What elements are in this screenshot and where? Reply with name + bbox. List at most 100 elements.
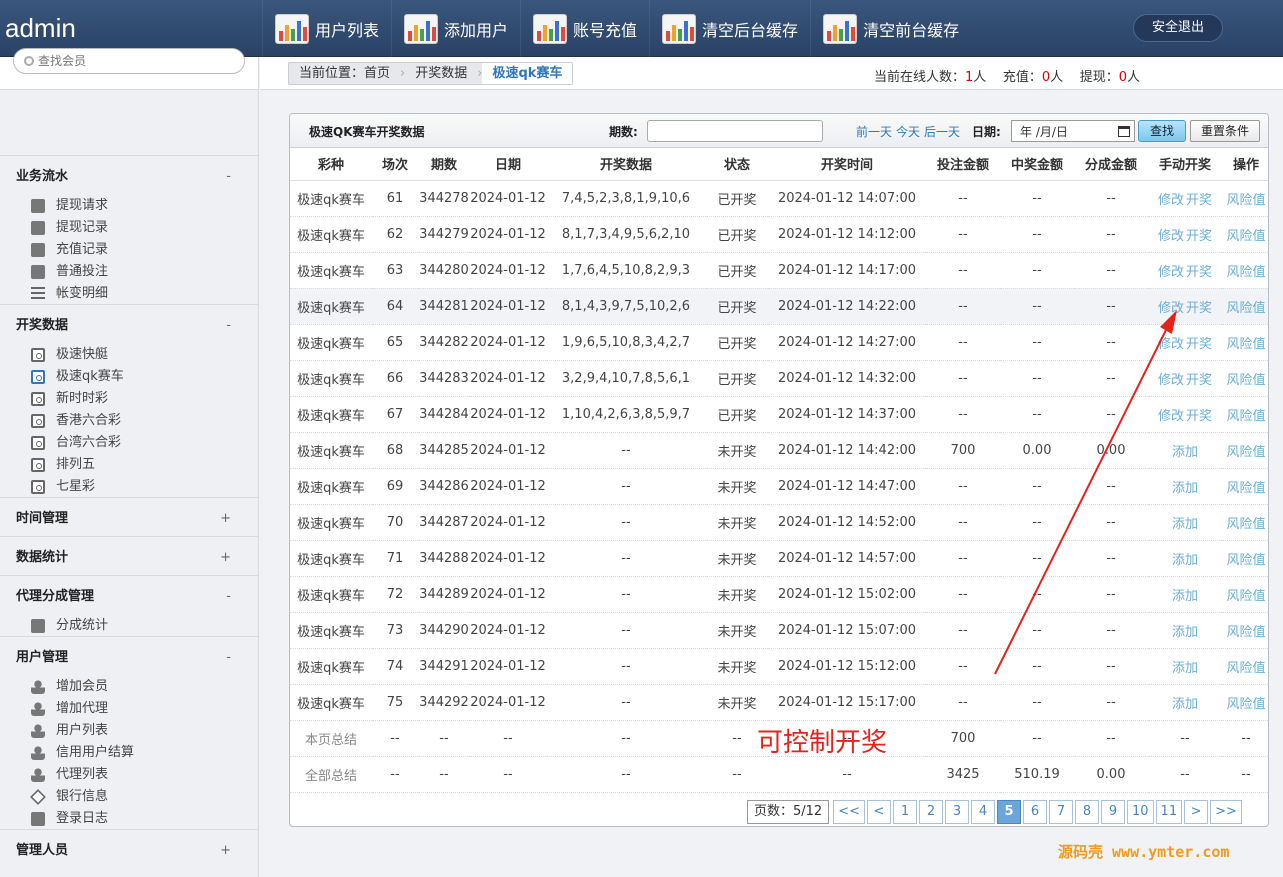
toggle-icon[interactable]: - [226,165,231,189]
top-nav-item[interactable]: 添加用户 [391,0,520,57]
toggle-icon[interactable]: - [226,646,231,670]
risk-value-link[interactable]: 风险值 [1226,697,1265,712]
top-nav-item[interactable]: 账号充值 [520,0,649,57]
add-link[interactable]: 添加 [1172,445,1198,460]
risk-value-link[interactable]: 风险值 [1226,481,1265,496]
toggle-icon[interactable]: + [220,839,231,863]
prev-page-button[interactable]: < [867,800,891,824]
sidebar-group-title[interactable]: 管理人员 + [0,839,259,863]
draw-link[interactable]: 开奖 [1186,193,1212,208]
top-nav-item[interactable]: 清空前台缓存 [810,0,971,57]
page-button[interactable]: 2 [919,800,943,824]
draw-link[interactable]: 开奖 [1186,229,1212,244]
sidebar-item[interactable]: 提现请求 [0,195,259,217]
edit-link[interactable]: 修改 [1158,301,1184,316]
page-button[interactable]: 1 [893,800,917,824]
draw-link[interactable]: 开奖 [1186,409,1212,424]
risk-value-link[interactable]: 风险值 [1226,229,1265,244]
breadcrumb-home[interactable]: 首页 [364,66,390,81]
page-button[interactable]: 8 [1075,800,1099,824]
reset-button[interactable]: 重置条件 [1190,120,1260,142]
sidebar-group-title[interactable]: 用户管理 - [0,646,259,670]
risk-value-link[interactable]: 风险值 [1226,301,1265,316]
risk-value-link[interactable]: 风险值 [1226,517,1265,532]
top-nav-item[interactable]: 用户列表 [262,0,391,57]
sidebar-group-title[interactable]: 时间管理 + [0,507,259,531]
sidebar-group-title[interactable]: 开奖数据 - [0,314,259,338]
risk-value-link[interactable]: 风险值 [1226,409,1265,424]
page-button[interactable]: 9 [1101,800,1125,824]
period-input[interactable] [647,120,823,142]
sidebar-item[interactable]: 极速快艇 [0,344,259,366]
find-button[interactable]: 查找 [1138,120,1186,142]
add-link[interactable]: 添加 [1172,625,1198,640]
page-button[interactable]: 5 [997,800,1021,824]
sidebar-item[interactable]: 排列五 [0,454,259,476]
sidebar-group-title[interactable]: 数据统计 + [0,546,259,570]
page-button[interactable]: 10 [1127,800,1154,824]
edit-link[interactable]: 修改 [1158,193,1184,208]
sidebar-item[interactable]: 代理列表 [0,764,259,786]
sidebar-item[interactable]: 充值记录 [0,239,259,261]
toggle-icon[interactable]: - [226,314,231,338]
add-link[interactable]: 添加 [1172,553,1198,568]
sidebar-item[interactable]: 普通投注 [0,261,259,283]
page-button[interactable]: 11 [1155,800,1183,824]
sidebar-item[interactable]: 极速qk赛车 [0,366,259,388]
page-button[interactable]: 7 [1049,800,1073,824]
edit-link[interactable]: 修改 [1158,229,1184,244]
sidebar-item[interactable]: 登录日志 [0,808,259,830]
add-link[interactable]: 添加 [1172,481,1198,496]
breadcrumb-section[interactable]: 开奖数据 [405,63,477,84]
sidebar-item[interactable]: 帐变明细 [0,283,259,305]
member-search-input[interactable] [38,54,228,68]
edit-link[interactable]: 修改 [1158,373,1184,388]
first-page-button[interactable]: << [833,800,865,824]
risk-value-link[interactable]: 风险值 [1226,265,1265,280]
page-button[interactable]: 4 [971,800,995,824]
logout-button[interactable]: 安全退出 [1133,14,1223,42]
sidebar-item[interactable]: 用户列表 [0,720,259,742]
edit-link[interactable]: 修改 [1158,409,1184,424]
sidebar-group-title[interactable]: 代理分成管理 - [0,585,259,609]
date-input[interactable]: 年 /月/日 [1011,120,1135,142]
add-link[interactable]: 添加 [1172,661,1198,676]
risk-value-link[interactable]: 风险值 [1226,661,1265,676]
page-button[interactable]: 3 [945,800,969,824]
toggle-icon[interactable]: + [220,546,231,570]
risk-value-link[interactable]: 风险值 [1226,589,1265,604]
edit-link[interactable]: 修改 [1158,265,1184,280]
next-day-link[interactable]: 后一天 [924,125,960,139]
sidebar-item[interactable]: 分成统计 [0,615,259,637]
toggle-icon[interactable]: - [226,585,231,609]
risk-value-link[interactable]: 风险值 [1226,445,1265,460]
draw-link[interactable]: 开奖 [1186,301,1212,316]
draw-link[interactable]: 开奖 [1186,265,1212,280]
draw-link[interactable]: 开奖 [1186,373,1212,388]
sidebar-item[interactable]: 七星彩 [0,476,259,498]
sidebar-item[interactable]: 信用用户结算 [0,742,259,764]
edit-link[interactable]: 修改 [1158,337,1184,352]
top-nav-item[interactable]: 清空后台缓存 [649,0,810,57]
sidebar-item[interactable]: 银行信息 [0,786,259,808]
page-button[interactable]: 6 [1023,800,1047,824]
next-page-button[interactable]: > [1184,800,1209,824]
risk-value-link[interactable]: 风险值 [1226,373,1265,388]
risk-value-link[interactable]: 风险值 [1226,553,1265,568]
risk-value-link[interactable]: 风险值 [1226,337,1265,352]
sidebar-item[interactable]: 台湾六合彩 [0,432,259,454]
today-link[interactable]: 今天 [896,125,920,139]
add-link[interactable]: 添加 [1172,589,1198,604]
sidebar-item[interactable]: 提现记录 [0,217,259,239]
calendar-icon[interactable] [1118,125,1130,137]
sidebar-group-title[interactable]: 业务流水 - [0,165,259,189]
risk-value-link[interactable]: 风险值 [1226,193,1265,208]
sidebar-item[interactable]: 香港六合彩 [0,410,259,432]
add-link[interactable]: 添加 [1172,697,1198,712]
prev-day-link[interactable]: 前一天 [856,125,892,139]
risk-value-link[interactable]: 风险值 [1226,625,1265,640]
sidebar-item[interactable]: 新时时彩 [0,388,259,410]
toggle-icon[interactable]: + [220,507,231,531]
member-search[interactable] [13,48,245,74]
last-page-button[interactable]: >> [1210,800,1242,824]
